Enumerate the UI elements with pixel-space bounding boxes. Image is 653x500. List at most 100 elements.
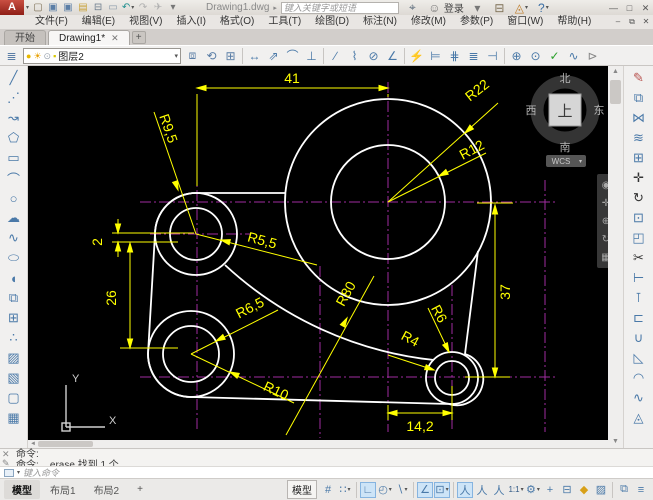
scroll-up-icon[interactable]: ▲ (612, 66, 619, 78)
fullscreen-icon[interactable]: ⧉ (616, 482, 632, 498)
open-icon[interactable]: ▢ (31, 1, 45, 14)
layer-freeze-sun-icon[interactable]: ☀ (33, 49, 41, 63)
move-icon[interactable]: ✛ (628, 168, 650, 188)
annotation-visibility-icon[interactable]: 人 (457, 482, 473, 498)
recent-commands-caret-icon[interactable]: ▾ (17, 469, 20, 476)
new-drawing-icon[interactable]: ▭ (106, 1, 120, 14)
app-menu-caret-icon[interactable]: ▾ (26, 4, 29, 11)
circle-icon[interactable]: ○ (3, 188, 25, 208)
rectangle-icon[interactable]: ▭ (3, 148, 25, 168)
dim-overflow-icon[interactable]: ⊳ (583, 47, 602, 65)
point-icon[interactable]: ∴ (3, 328, 25, 348)
new-tab-button[interactable]: + (132, 31, 146, 44)
explode-icon[interactable]: ◬ (628, 408, 650, 428)
join-icon[interactable]: ∪ (628, 328, 650, 348)
tab-start[interactable]: 开始 (4, 30, 46, 45)
dim-continue-icon[interactable]: ⋕ (445, 47, 464, 65)
command-input[interactable] (23, 468, 653, 478)
layer-dropdown[interactable]: ●☀⊙▪ 图层2 ▾ (23, 48, 181, 64)
isometric-drafting-icon[interactable]: ∖▾ (394, 482, 410, 498)
line-icon[interactable]: ╱ (3, 68, 25, 88)
viewcube-south-label[interactable]: 南 (560, 141, 571, 154)
menu-window[interactable]: 窗口(W) (500, 16, 550, 27)
layer-lock-icon[interactable]: ⊙ (44, 49, 52, 63)
undo-caret-icon[interactable]: ▾ (131, 4, 134, 11)
layer-previous-icon[interactable]: ⟲ (202, 47, 221, 65)
layer-properties-icon[interactable]: ≣ (2, 47, 21, 65)
autodesk-exchange-caret-icon[interactable]: ▾ (525, 4, 528, 11)
insert-block-icon[interactable]: ⧉ (3, 288, 25, 308)
tab-close-icon[interactable]: ✕ (111, 31, 119, 46)
annotation-autoscale-icon[interactable]: 人 (474, 482, 490, 498)
annotation-scale-value[interactable]: 1:1▾ (508, 482, 524, 498)
workspace-switching-icon[interactable]: ⚙▾ (525, 482, 541, 498)
nav-zoom-icon[interactable]: ⊕ (602, 216, 608, 227)
menu-tools[interactable]: 工具(T) (261, 16, 308, 27)
ortho-mode-icon[interactable]: ∟ (360, 482, 376, 498)
menu-draw[interactable]: 绘图(D) (308, 16, 356, 27)
layer-states-icon[interactable]: ⊞ (221, 47, 240, 65)
dim-aligned-icon[interactable]: ⇗ (264, 47, 283, 65)
viewcube-east-label[interactable]: 东 (594, 104, 605, 117)
spline-icon[interactable]: ∿ (3, 228, 25, 248)
isometric-drafting-caret-icon[interactable]: ▾ (405, 486, 408, 493)
annotation-monitor-icon[interactable]: + (542, 482, 558, 498)
dim-ordinate-icon[interactable]: ⊥ (302, 47, 321, 65)
dim-arc-length-icon[interactable]: ⌒ (283, 47, 302, 65)
recent-commands-icon[interactable] (4, 469, 14, 477)
layout2-tab[interactable]: 布局2 (86, 480, 128, 499)
title-caret-icon[interactable]: ▸ (273, 4, 277, 12)
dim-linear-icon[interactable]: ↔ (245, 47, 264, 65)
workspace-switching-caret-icon[interactable]: ▾ (537, 486, 540, 493)
dim-radius-icon[interactable]: ∕ (326, 47, 345, 65)
navigation-bar[interactable]: ◉✛⊕↻▦ (597, 174, 608, 268)
break-at-point-icon[interactable]: ⊺ (628, 288, 650, 308)
ellipse-icon[interactable]: ⬭ (3, 248, 25, 268)
create-block-icon[interactable]: ⊞ (3, 308, 25, 328)
qat-more-icon[interactable]: ▾ (166, 1, 180, 14)
tolerance-icon[interactable]: ⊕ (507, 47, 526, 65)
polyline-icon[interactable]: ↝ (3, 108, 25, 128)
app-logo-icon[interactable]: A (0, 0, 24, 15)
grid-display-icon[interactable]: # (320, 482, 336, 498)
doc-minimize-icon[interactable]: ‒ (611, 16, 625, 28)
revision-cloud-icon[interactable]: ☁ (3, 208, 25, 228)
object-snap-icon[interactable]: ⊡▾ (434, 482, 450, 498)
vertical-scrollbar[interactable]: ▲ ▼ (608, 66, 623, 448)
nav-wheel-icon[interactable]: ◉ (602, 180, 608, 191)
dim-angular-icon[interactable]: ∠ (383, 47, 402, 65)
center-mark-icon[interactable]: ⊙ (526, 47, 545, 65)
viewcube[interactable]: 上 北 南 西 东 WCS ▾ (526, 72, 605, 167)
model-space-toggle[interactable]: 模型 (287, 480, 317, 499)
new-sheet-icon[interactable]: ▤ (76, 1, 90, 14)
horizontal-scrollbar[interactable]: ◄ (28, 440, 608, 448)
tab-drawing1[interactable]: Drawing1* ✕ (48, 30, 130, 45)
model-space-view[interactable]: 41 R22 R12 (28, 66, 608, 440)
break-icon[interactable]: ⊏ (628, 308, 650, 328)
part-outline[interactable] (148, 193, 483, 405)
menu-insert[interactable]: 插入(I) (169, 16, 212, 27)
hatch-icon[interactable]: ▨ (3, 348, 25, 368)
share-icon[interactable]: ✈ (151, 1, 165, 14)
viewcube-north-label[interactable]: 北 (560, 72, 571, 85)
dim-diameter-icon[interactable]: ⊘ (364, 47, 383, 65)
offset-icon[interactable]: ≋ (628, 128, 650, 148)
dim-break-icon[interactable]: ⊣ (483, 47, 502, 65)
minimize-icon[interactable]: — (606, 2, 621, 14)
polar-tracking-caret-icon[interactable]: ▾ (389, 486, 392, 493)
polygon-icon[interactable]: ⬠ (3, 128, 25, 148)
doc-close-icon[interactable]: ✕ (639, 16, 653, 28)
undo-icon[interactable]: ↶▾ (121, 1, 135, 14)
close-icon[interactable]: ✕ (638, 2, 653, 14)
menu-view[interactable]: 视图(V) (122, 16, 169, 27)
dim-spacing-icon[interactable]: ≣ (464, 47, 483, 65)
nav-showmotion-icon[interactable]: ▦ (601, 252, 608, 263)
annotation-scale-icon-icon[interactable]: 人 (491, 482, 507, 498)
nav-pan-icon[interactable]: ✛ (602, 198, 608, 209)
blend-curves-icon[interactable]: ∿ (628, 388, 650, 408)
layer-dropdown-caret-icon[interactable]: ▾ (174, 52, 178, 60)
menu-edit[interactable]: 编辑(E) (75, 16, 122, 27)
menu-modify[interactable]: 修改(M) (404, 16, 453, 27)
dim-jog-line-icon[interactable]: ∿ (564, 47, 583, 65)
new-layout-tab[interactable]: + (129, 482, 151, 497)
